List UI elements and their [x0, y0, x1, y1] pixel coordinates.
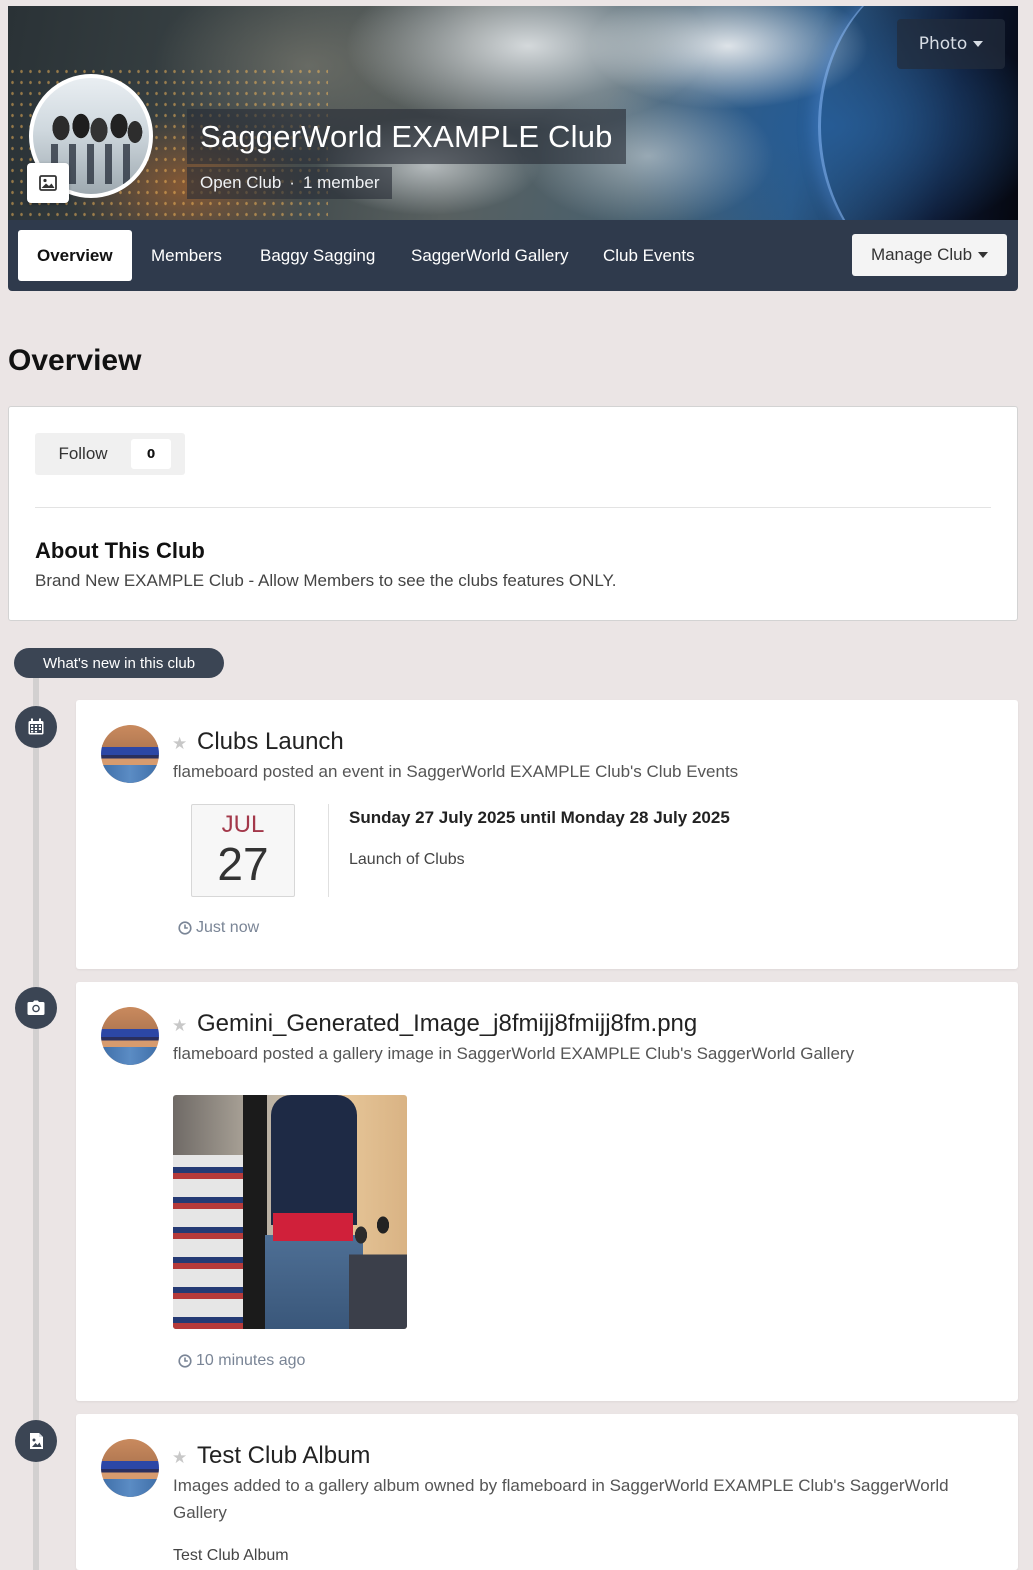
timestamp-text: Just now [196, 919, 260, 936]
whats-new-label: What's new in this club [14, 648, 224, 678]
about-title: About This Club [35, 538, 205, 563]
divider [328, 804, 329, 897]
tab-label: Overview [37, 245, 113, 265]
image-icon [39, 175, 57, 191]
caret-down-icon [978, 252, 989, 258]
gallery-image-thumbnail[interactable] [173, 1095, 407, 1329]
overview-panel: Follow 0 About This Club Brand New EXAMP… [8, 406, 1018, 621]
timestamp-text: 10 minutes ago [196, 1352, 306, 1369]
divider [35, 507, 991, 508]
activity-card-album: ★ Test Club Album Images added to a gall… [76, 1414, 1018, 1570]
follow-count[interactable]: 0 [131, 439, 171, 469]
cover-photo-button[interactable]: Photo [897, 19, 1005, 69]
event-date-block: JUL 27 [191, 804, 295, 897]
clock-icon [178, 921, 192, 935]
calendar-icon [28, 718, 44, 735]
follow-button[interactable]: Follow 0 [35, 433, 185, 475]
timeline-icon [15, 1420, 57, 1462]
tab-overview[interactable]: Overview [18, 230, 132, 281]
avatar[interactable] [101, 725, 159, 783]
tab-label: Baggy Sagging [260, 245, 376, 265]
timeline-icon [15, 987, 57, 1029]
club-meta: Open Club · 1 member [187, 167, 393, 199]
activity-card-gallery-image: ★ Gemini_Generated_Image_j8fmijj8fmijj8f… [76, 982, 1018, 1401]
meta-separator: · [289, 173, 295, 192]
activity-card-event: ★ Clubs Launch flameboard posted an even… [76, 700, 1018, 969]
tab-club-events[interactable]: Club Events [584, 230, 714, 281]
tab-label: Club Events [603, 245, 695, 265]
manage-club-label: Manage Club [870, 245, 973, 264]
timeline-icon [15, 706, 57, 748]
star-icon[interactable]: ★ [172, 1448, 187, 1468]
item-subtitle: flameboard posted an event in SaggerWorl… [173, 762, 739, 781]
album-detail: Test Club Album [173, 1547, 289, 1564]
image-file-icon [29, 1433, 43, 1449]
club-member-count[interactable]: 1 member [303, 173, 380, 193]
tab-label: SaggerWorld Gallery [411, 245, 569, 265]
avatar[interactable] [101, 1439, 159, 1497]
item-subtitle: Images added to a gallery album owned by… [173, 1472, 949, 1526]
change-club-image-button[interactable] [27, 163, 69, 203]
star-icon[interactable]: ★ [172, 1016, 187, 1036]
tab-saggerworld-gallery[interactable]: SaggerWorld Gallery [392, 230, 587, 281]
manage-club-button[interactable]: Manage Club [852, 234, 1007, 276]
club-type: Open Club [200, 173, 282, 192]
event-description: Launch of Clubs [349, 851, 465, 868]
star-icon[interactable]: ★ [172, 734, 187, 754]
camera-icon [27, 1000, 45, 1015]
item-timestamp[interactable]: Just now [178, 919, 259, 937]
item-title[interactable]: Test Club Album [197, 1442, 370, 1470]
item-timestamp[interactable]: 10 minutes ago [178, 1352, 305, 1370]
caret-down-icon [973, 41, 984, 47]
item-title[interactable]: Gemini_Generated_Image_j8fmijj8fmijj8fm.… [197, 1010, 697, 1038]
item-subtitle: flameboard posted a gallery image in Sag… [173, 1044, 855, 1063]
follow-label[interactable]: Follow [35, 444, 131, 464]
subtitle-line: Images added to a gallery album owned by… [173, 1476, 949, 1495]
event-date-range: Sunday 27 July 2025 until Monday 28 July… [349, 808, 730, 827]
item-title[interactable]: Clubs Launch [197, 728, 344, 756]
page-title: Overview [8, 344, 142, 377]
avatar[interactable] [101, 1007, 159, 1065]
tab-members[interactable]: Members [132, 230, 241, 281]
tab-label: Members [151, 245, 222, 265]
whats-new-text: What's new in this club [42, 654, 196, 672]
event-day: 27 [217, 838, 269, 890]
tab-baggy-sagging[interactable]: Baggy Sagging [241, 230, 394, 281]
club-title: SaggerWorld EXAMPLE Club [200, 118, 613, 154]
about-text: Brand New EXAMPLE Club - Allow Members t… [35, 571, 617, 590]
club-title-box: SaggerWorld EXAMPLE Club [187, 109, 626, 164]
event-month: JUL [221, 811, 265, 838]
club-nav-bar: Overview Members Baggy Sagging SaggerWor… [8, 220, 1018, 291]
photo-button-label: Photo [918, 34, 968, 54]
clock-icon [178, 1354, 192, 1368]
subtitle-line: Gallery [173, 1503, 227, 1522]
